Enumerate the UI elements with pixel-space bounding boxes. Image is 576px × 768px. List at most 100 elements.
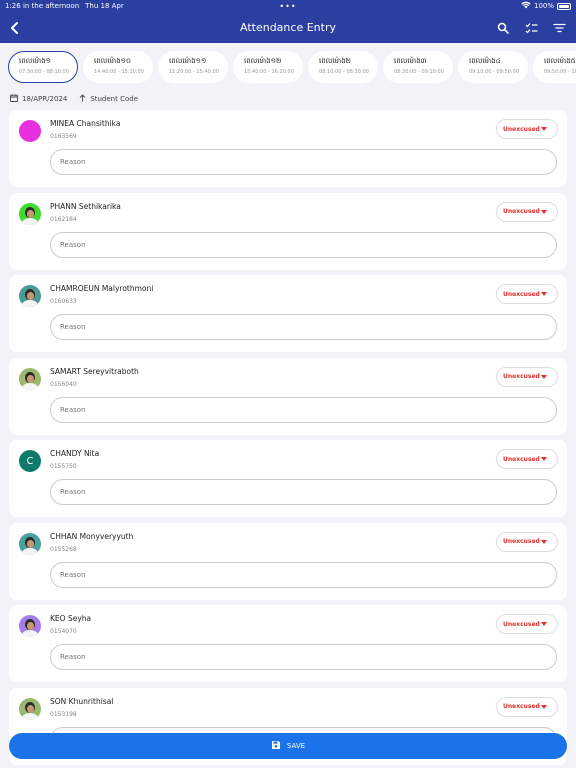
session-name: ពេលម៉ោង៥ (544, 57, 576, 65)
status-label: Unexcused (503, 125, 540, 133)
session-tab[interactable]: ពេលម៉ោង៤ 09:10:00 - 09:50:00 (458, 51, 528, 83)
status-date: Thu 18 Apr (85, 2, 124, 10)
avatar-face (26, 374, 34, 383)
wifi-icon (521, 1, 531, 11)
session-tab[interactable]: ពេលម៉ោង១២ 15:40:00 - 16:20:00 (233, 51, 303, 83)
student-name: SAMART Sereyvitraboth (50, 366, 139, 376)
caret-down-icon (541, 292, 547, 296)
date-label: 18/APR/2024 (22, 95, 68, 103)
date-filter[interactable]: 18/APR/2024 (10, 94, 67, 104)
search-icon[interactable] (494, 19, 512, 37)
session-name: ពេលម៉ោង១១ (169, 57, 207, 65)
status-dropdown[interactable]: Unexcused (496, 119, 558, 139)
student-name: CHAMROEUN Malyrothmoni (50, 284, 154, 293)
caret-down-icon (541, 704, 547, 709)
student-name: KEO Seyha (50, 614, 92, 623)
checklist-icon[interactable] (522, 19, 540, 37)
student-card: CHAMROEUN Malyrothmoni 0160633 Unexcused (9, 275, 567, 352)
caret-down-icon (541, 622, 547, 626)
session-name: ពេលម៉ោង១២ (244, 57, 282, 65)
avatar (19, 615, 41, 637)
avatar-shirt (22, 217, 38, 225)
session-time: 09:10:00 - 09:50:00 (469, 69, 519, 75)
caret-down-icon (541, 457, 547, 461)
filter-row: 18/APR/2024 Student Code (10, 94, 150, 104)
status-label: Unexcused (503, 703, 540, 710)
avatar-shirt (22, 300, 38, 307)
student-code: 0153198 (50, 710, 77, 718)
student-code: 0162184 (50, 215, 77, 223)
caret-down-icon (541, 209, 547, 214)
session-tab[interactable]: ពេលម៉ោង២ 08:10:00 - 08:30:00 (308, 51, 378, 83)
avatar-initial: C (26, 455, 34, 467)
status-dropdown[interactable]: Unexcused (496, 284, 558, 304)
status-dropdown[interactable]: Unexcused (496, 614, 558, 634)
reason-input[interactable] (50, 561, 557, 588)
status-dropdown[interactable]: Unexcused (496, 696, 558, 717)
avatar-shirt (22, 630, 38, 637)
app-bar: Attendance Entry (0, 12, 576, 43)
session-time: 15:40:00 - 16:20:00 (244, 69, 294, 75)
session-tab[interactable]: ពេលម៉ោង១ 07:30:00 - 08:10:00 (8, 51, 78, 83)
reason-input[interactable] (50, 644, 557, 670)
student-card: KEO Seyha 0154070 Unexcused (9, 605, 567, 682)
student-name: MINEA Chansithika (50, 119, 121, 128)
status-dropdown[interactable]: Unexcused (496, 201, 558, 222)
back-icon[interactable] (0, 12, 30, 43)
status-label: Unexcused (503, 538, 540, 545)
status-time: 1:26 in the afternoon (5, 2, 80, 10)
avatar (19, 532, 41, 555)
battery-percent: 100% (533, 2, 554, 10)
avatar (19, 202, 41, 225)
reason-input[interactable] (50, 396, 557, 423)
student-list: MINEA Chansithika0163569UnexcusedPHANN S… (9, 110, 567, 768)
session-tab[interactable]: ពេលម៉ោង៣ 08:30:00 - 09:10:00 (383, 51, 453, 83)
student-code: 0163569 (50, 133, 77, 140)
avatar (19, 697, 41, 720)
caret-down-icon (541, 127, 547, 131)
session-time: 09:50:00 - 10:30:00 (544, 69, 576, 75)
filter-icon[interactable] (550, 19, 568, 37)
avatar: C (19, 450, 41, 472)
student-code: 0160633 (50, 298, 77, 305)
session-tab[interactable]: ពេលម៉ោង៥ 09:50:00 - 10:30:00 (533, 51, 576, 83)
session-time: 07:30:00 - 08:10:00 (19, 69, 69, 75)
student-card: PHANN Sethikarika 0162184 Unexcused (9, 192, 567, 270)
session-name: ពេលម៉ោង៣ (394, 57, 427, 65)
session-time: 08:10:00 - 08:30:00 (319, 69, 369, 75)
sort-filter[interactable]: Student Code (79, 94, 138, 104)
student-name: CHHAN Monyveryyuth (50, 531, 134, 541)
student-card: CHHAN Monyveryyuth 0155268 Unexcused (9, 522, 567, 600)
multitask-dots[interactable]: ••• (279, 2, 296, 11)
status-label: Unexcused (503, 373, 540, 380)
caret-down-icon (541, 539, 547, 544)
arrow-up-icon (79, 94, 86, 104)
student-card: C CHANDY Nita 0155750 Unexcused (9, 440, 567, 517)
avatar-face (26, 209, 34, 218)
status-label: Unexcused (503, 290, 540, 298)
reason-input[interactable] (50, 479, 557, 505)
student-card: SAMART Sereyvitraboth 0156040 Unexcused (9, 357, 567, 435)
status-bar: 1:26 in the afternoon Thu 18 Apr ••• 100… (0, 0, 576, 12)
session-tab[interactable]: ពេលម៉ោង១១ 15:20:00 - 15:40:00 (158, 51, 228, 83)
battery-icon (557, 2, 571, 10)
avatar-shirt (22, 712, 38, 720)
session-name: ពេលម៉ោង៤ (469, 57, 501, 65)
page-title: Attendance Entry (240, 21, 336, 34)
avatar-face (26, 704, 34, 713)
status-label: Unexcused (503, 208, 540, 215)
status-dropdown[interactable]: Unexcused (496, 366, 558, 387)
status-dropdown[interactable]: Unexcused (496, 531, 558, 552)
reason-input[interactable] (50, 149, 557, 175)
save-button[interactable]: SAVE (9, 733, 567, 759)
status-dropdown[interactable]: Unexcused (496, 449, 558, 469)
student-code: 0155750 (50, 463, 77, 470)
session-tabs: ពេលម៉ោង១ 07:30:00 - 08:10:00 ពេលម៉ោង១០ 14:4… (8, 51, 576, 83)
session-tab[interactable]: ពេលម៉ោង១០ 14:40:00 - 15:20:00 (83, 51, 153, 83)
save-label: SAVE (286, 742, 306, 750)
avatar-shirt (22, 382, 38, 390)
student-code: 0156040 (50, 380, 77, 388)
session-name: ពេលម៉ោង១០ (94, 57, 131, 65)
reason-input[interactable] (50, 314, 557, 340)
reason-input[interactable] (50, 231, 557, 258)
